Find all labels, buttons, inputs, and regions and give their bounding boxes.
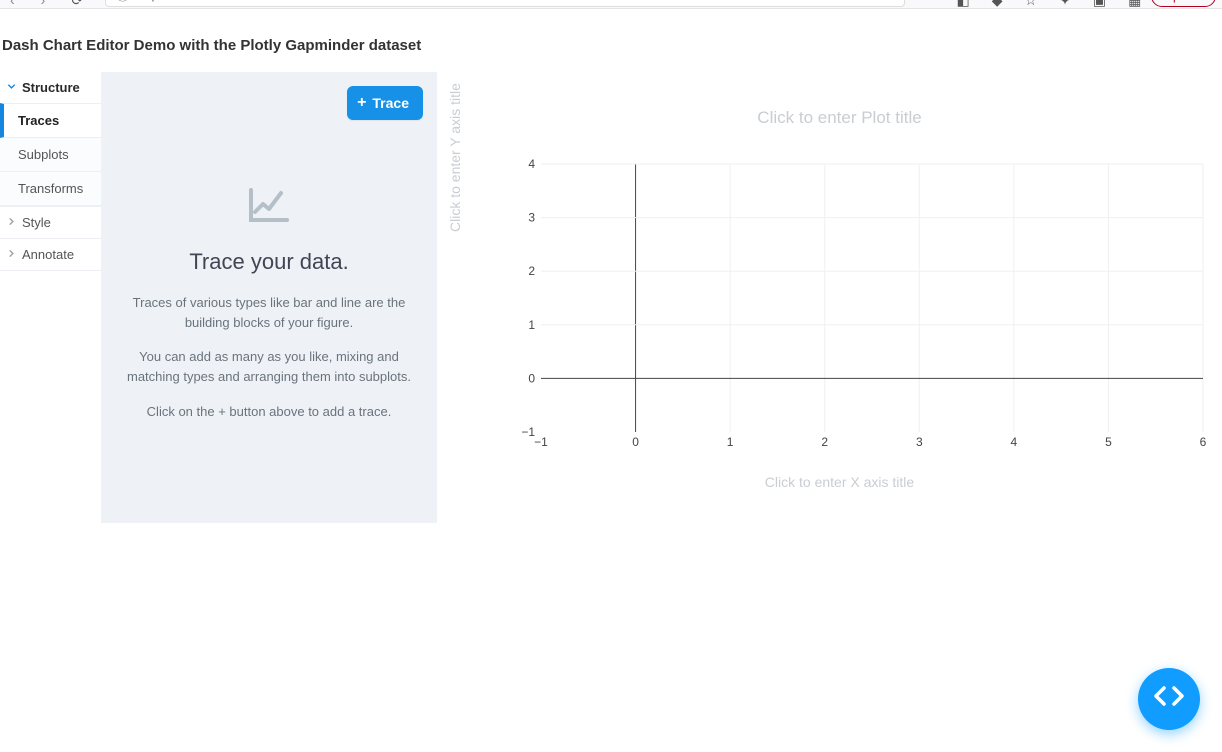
plot-axes[interactable]: −1 0 1 2 3 4 5 6 −1 0 1 2 3 4	[519, 158, 1209, 452]
editor-panel: + Trace Trace your data. Traces of vario…	[101, 72, 437, 523]
yaxis-title-placeholder[interactable]: Click to enter Y axis title	[447, 83, 463, 232]
code-icon	[1152, 684, 1186, 715]
svg-text:1: 1	[727, 435, 734, 449]
sidebar-section-style[interactable]: Style	[0, 207, 101, 238]
svg-text:2: 2	[528, 264, 535, 278]
sidebar: Structure Traces Subplots Transforms Sty…	[0, 72, 101, 271]
sidebar-item-transforms[interactable]: Transforms	[0, 172, 101, 206]
svg-text:4: 4	[1011, 435, 1018, 449]
svg-text:0: 0	[632, 435, 639, 449]
sidebar-item-label: Subplots	[18, 147, 69, 162]
chevron-right-icon	[6, 216, 18, 230]
sidebar-section-label: Annotate	[22, 247, 74, 262]
url-bar[interactable]: ⓘ http://127.0.0.1:8050	[105, 0, 905, 7]
sidebar-item-subplots[interactable]: Subplots	[0, 138, 101, 172]
chevron-down-icon	[6, 81, 18, 95]
plot-title-placeholder[interactable]: Click to enter Plot title	[467, 108, 1212, 128]
empty-p3: Click on the + button above to add a tra…	[123, 402, 415, 422]
svg-text:3: 3	[916, 435, 923, 449]
translate-icon[interactable]: ◧	[957, 0, 970, 9]
svg-text:0: 0	[528, 371, 535, 385]
url-text: http://127.0.0.1:8050	[137, 0, 256, 2]
devtools-fab[interactable]	[1138, 668, 1200, 730]
sidebar-item-traces[interactable]: Traces	[0, 103, 101, 138]
chevron-right-icon	[6, 248, 18, 262]
add-trace-button[interactable]: + Trace	[347, 86, 423, 120]
forward-icon[interactable]: ›	[41, 0, 46, 8]
plus-icon: +	[357, 94, 366, 112]
svg-text:4: 4	[528, 158, 535, 171]
reader-icon[interactable]: ◆	[992, 0, 1003, 9]
empty-state: Trace your data. Traces of various types…	[113, 186, 425, 422]
star-icon[interactable]: ☆	[1025, 0, 1038, 9]
svg-text:2: 2	[821, 435, 828, 449]
sidebar-section-annotate[interactable]: Annotate	[0, 239, 101, 270]
empty-p2: You can add as many as you like, mixing …	[123, 347, 415, 387]
extensions-icon[interactable]: ✦	[1059, 0, 1071, 9]
chart-icon	[123, 186, 415, 229]
svg-text:5: 5	[1105, 435, 1112, 449]
xaxis-title-placeholder[interactable]: Click to enter X axis title	[467, 474, 1212, 490]
downloads-icon[interactable]: ▣	[1093, 0, 1106, 9]
sidebar-item-label: Transforms	[18, 181, 83, 196]
add-trace-label: Trace	[372, 95, 409, 111]
svg-text:6: 6	[1200, 435, 1207, 449]
back-icon[interactable]: ‹	[10, 0, 15, 8]
sidebar-section-label: Style	[22, 215, 51, 230]
empty-heading: Trace your data.	[123, 249, 415, 275]
info-icon: ⓘ	[116, 0, 129, 4]
reload-icon[interactable]: ⟳	[71, 0, 83, 9]
sidebar-item-label: Traces	[18, 113, 59, 128]
plot-area: Click to enter Plot title Click to enter…	[437, 72, 1222, 490]
browser-toolbar: ‹ › ⟳ ⓘ http://127.0.0.1:8050 ◧ ◆ ☆ ✦ ▣ …	[0, 0, 1222, 9]
account-icon[interactable]: ▦	[1128, 0, 1141, 9]
svg-text:3: 3	[528, 211, 535, 225]
page-title: Dash Chart Editor Demo with the Plotly G…	[0, 9, 1222, 72]
update-button[interactable]: Update	[1151, 0, 1216, 7]
svg-text:−1: −1	[521, 425, 535, 439]
empty-p1: Traces of various types like bar and lin…	[123, 293, 415, 333]
sidebar-section-structure[interactable]: Structure	[0, 72, 101, 103]
sidebar-section-label: Structure	[22, 80, 80, 95]
svg-text:−1: −1	[534, 435, 548, 449]
svg-text:1: 1	[528, 318, 535, 332]
